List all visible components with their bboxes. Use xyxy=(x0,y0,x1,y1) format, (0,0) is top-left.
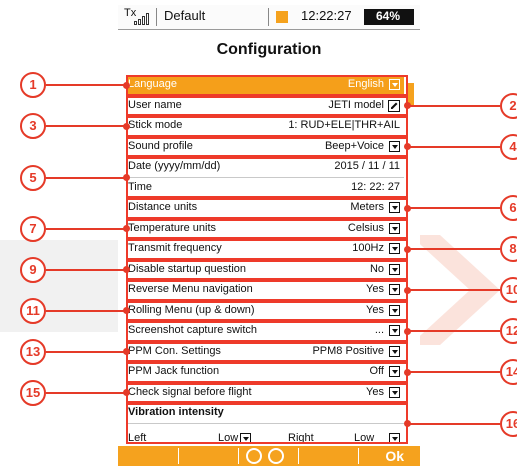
callout-leader-line xyxy=(46,391,126,394)
callout-anchor-dot xyxy=(404,327,411,335)
callout-anchor-dot xyxy=(123,122,130,130)
signal-icon: Tx xyxy=(124,7,154,27)
callout-anchor-dot xyxy=(404,286,411,294)
callout-leader-line xyxy=(46,309,126,312)
callout-box xyxy=(126,362,408,383)
navigation-icon[interactable] xyxy=(246,448,262,464)
status-indicator xyxy=(276,11,288,23)
callout-leader-line xyxy=(46,227,126,230)
callout-leader-line xyxy=(408,289,500,292)
battery-indicator: 64% xyxy=(364,9,414,25)
callout-box xyxy=(126,382,408,403)
callout-anchor-dot xyxy=(123,174,130,181)
bottom-divider xyxy=(358,448,359,464)
callout-leader-line xyxy=(408,207,500,210)
callout-box xyxy=(126,403,408,444)
status-separator xyxy=(268,8,269,26)
page-title: Configuration xyxy=(216,41,322,58)
bottom-divider xyxy=(298,448,299,464)
callout-number-badge: 15 xyxy=(20,379,46,406)
callout-leader-line xyxy=(408,330,500,333)
bottom-divider xyxy=(238,448,239,464)
callout-leader-line xyxy=(408,145,500,148)
callout-leader-line xyxy=(408,248,500,251)
callout-anchor-dot xyxy=(404,204,411,212)
clock: 12:22:27 xyxy=(301,8,352,23)
callout-leader-line xyxy=(46,176,126,179)
callout-anchor-dot xyxy=(404,420,411,427)
callout-number-badge: 3 xyxy=(20,113,46,140)
callout-box xyxy=(126,198,408,219)
callout-box xyxy=(126,321,408,342)
callout-leader-line xyxy=(46,84,126,87)
callout-box xyxy=(126,157,408,198)
callout-leader-line xyxy=(46,125,126,128)
status-bar: Tx Default 12:22:27 64% xyxy=(118,5,420,30)
callout-leader-line xyxy=(46,350,126,353)
callout-number-badge: 9 xyxy=(20,256,46,283)
callout-anchor-dot xyxy=(404,368,411,376)
callout-box xyxy=(126,116,408,137)
callout-box xyxy=(126,75,408,96)
callout-number-badge: 16 xyxy=(500,410,517,437)
callout-anchor-dot xyxy=(404,245,411,253)
callout-box xyxy=(126,218,408,239)
callout-number-badge: 7 xyxy=(20,215,46,242)
battery-text: 64% xyxy=(376,9,401,23)
callout-number-badge: 13 xyxy=(20,338,46,365)
callout-number-badge: 11 xyxy=(20,297,46,324)
callout-number-badge: 2 xyxy=(500,92,517,119)
callout-box xyxy=(126,280,408,301)
callout-leader-line xyxy=(46,268,126,271)
callout-anchor-dot xyxy=(123,81,130,89)
model-name: Default xyxy=(164,8,206,23)
callout-number-badge: 6 xyxy=(500,195,517,222)
callout-box xyxy=(126,300,408,321)
callout-leader-line xyxy=(408,371,500,374)
callout-leader-line xyxy=(408,104,500,107)
navigation-icon[interactable] xyxy=(268,448,284,464)
tx-label: Tx xyxy=(124,7,137,19)
ok-button[interactable]: Ok xyxy=(385,448,404,464)
bottom-bar: Ok xyxy=(118,446,420,466)
callout-leader-line xyxy=(408,422,500,425)
callout-number-badge: 1 xyxy=(20,72,46,99)
callout-number-badge: 4 xyxy=(500,133,517,160)
callout-box xyxy=(126,95,408,116)
callout-number-badge: 14 xyxy=(500,359,517,386)
callout-number-badge: 5 xyxy=(20,164,46,191)
callout-box xyxy=(126,341,408,362)
callout-box xyxy=(126,259,408,280)
callout-box xyxy=(126,136,408,157)
bottom-divider xyxy=(178,448,179,464)
callout-box xyxy=(126,239,408,260)
status-separator xyxy=(156,8,157,26)
